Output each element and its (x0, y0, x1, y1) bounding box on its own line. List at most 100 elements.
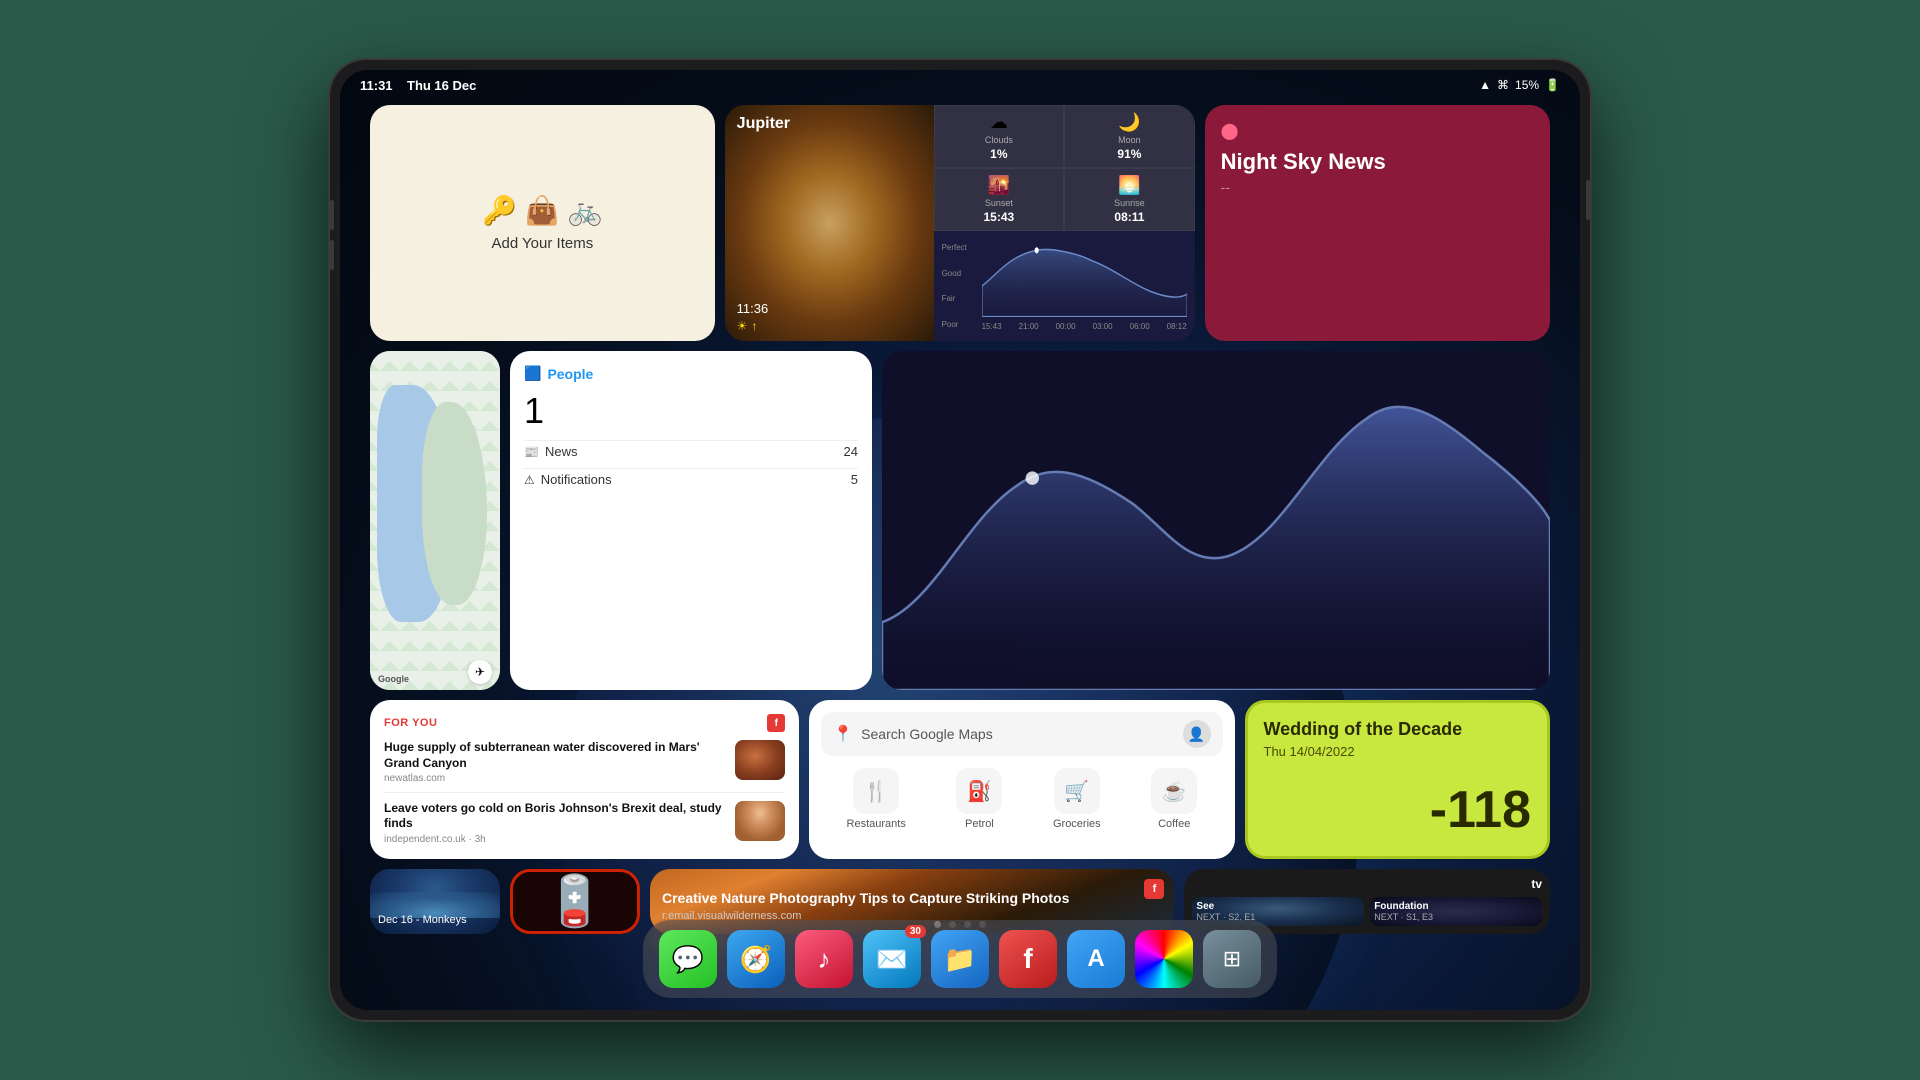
maps-pin-icon: 📍 (833, 724, 853, 744)
jupiter-data: ☁ Clouds 1% 🌙 Moon 91% (934, 105, 1195, 341)
dock-flipboard[interactable]: f (999, 930, 1057, 988)
clouds-cell: ☁ Clouds 1% (934, 105, 1065, 168)
sunset-value: 15:43 (983, 210, 1014, 224)
appletv-header: tv (1192, 877, 1542, 891)
wifi-icon2: ⌘ (1497, 78, 1509, 92)
ipad-frame: 11:31 Thu 16 Dec ▲ ⌘ 15% 🔋 🔑 👜 (330, 60, 1590, 1020)
sleep-graph (882, 351, 1550, 690)
volume-up-button[interactable] (330, 200, 334, 230)
night-sky-sub: -- (1221, 179, 1534, 195)
jupiter-weather-cells: ☁ Clouds 1% 🌙 Moon 91% (934, 105, 1195, 168)
widgets-row-2: Google ✈ 🟦 People 1 📰 News (370, 351, 1550, 690)
show-foundation-label: Foundation NEXT · S1, E3 (1374, 901, 1538, 922)
dock-appstore[interactable]: A (1067, 930, 1125, 988)
dock-mail[interactable]: ✉️ 30 (863, 930, 921, 988)
moon-label: Moon (1118, 135, 1141, 145)
status-date: Thu 16 Dec (407, 78, 476, 93)
status-time-date: 11:31 Thu 16 Dec (360, 78, 476, 93)
files-icon: 📁 (944, 944, 976, 975)
coffee-icon: ☕ (1151, 768, 1197, 814)
widget-people[interactable]: 🟦 People 1 📰 News 24 ⚠ No (510, 351, 872, 690)
widget-jupiter[interactable]: Jupiter ☀ ↑ 11:36 ☁ Clouds 1% (725, 105, 1195, 341)
moon-icon: 🌙 (1118, 112, 1140, 133)
status-time: 11:31 (360, 78, 393, 93)
dock-colors[interactable] (1135, 930, 1193, 988)
graph-y-axis: Perfect Good Fair Poor (942, 235, 978, 337)
maps-shortcuts: 🍴 Restaurants ⛽ Petrol 🛒 Groceries ☕ (821, 768, 1222, 830)
moon-cell: 🌙 Moon 91% (1064, 105, 1195, 168)
dock-safari[interactable]: 🧭 (727, 930, 785, 988)
show-foundation-next: NEXT · S1, E3 (1374, 912, 1538, 922)
flipboard-dock-icon: f (1023, 943, 1032, 975)
dock-music[interactable]: ♪ (795, 930, 853, 988)
status-right: ▲ ⌘ 15% 🔋 (1479, 78, 1560, 92)
sunset-icon: 🌇 (988, 175, 1010, 196)
jupiter-direction: ↑ (751, 319, 757, 333)
bag-icon: 👜 (525, 194, 560, 227)
messages-icon: 💬 (672, 944, 704, 975)
battery-text: 15% (1515, 78, 1539, 92)
notif-count: 5 (851, 472, 858, 487)
clouds-label: Clouds (985, 135, 1013, 145)
graph-area: 15:43 21:00 00:00 03:00 06:00 08:12 (982, 235, 1187, 337)
status-bar: 11:31 Thu 16 Dec ▲ ⌘ 15% 🔋 (340, 70, 1580, 100)
article2-headline: Leave voters go cold on Boris Johnson's … (384, 801, 725, 832)
wifi-icon: ▲ (1479, 78, 1491, 92)
maps-groceries[interactable]: 🛒 Groceries (1053, 768, 1101, 830)
widget-night-sky[interactable]: ⬤ Night Sky News -- (1205, 105, 1550, 341)
maps-coffee[interactable]: ☕ Coffee (1151, 768, 1197, 830)
maps-petrol[interactable]: ⛽ Petrol (956, 768, 1002, 830)
graph-x-axis: 15:43 21:00 00:00 03:00 06:00 08:12 (982, 322, 1187, 331)
news-label: News (545, 444, 578, 459)
dock-messages[interactable]: 💬 (659, 930, 717, 988)
people-title: People (547, 366, 593, 382)
maps-user-avatar: 👤 (1183, 720, 1211, 748)
calendar-date: Thu 14/04/2022 (1264, 744, 1532, 759)
sunset-cell: 🌇 Sunset 15:43 (934, 168, 1065, 231)
coffee-label: Coffee (1158, 818, 1190, 830)
widgets-row-1: 🔑 👜 🚲 Add Your Items Jupiter ☀ ↑ (370, 105, 1550, 341)
jupiter-info: ☀ ↑ (737, 319, 758, 333)
widget-news[interactable]: FOR YOU f Huge supply of subterranean wa… (370, 700, 799, 859)
maps-restaurants[interactable]: 🍴 Restaurants (847, 768, 906, 830)
widget-sleep-graph[interactable] (882, 351, 1550, 690)
sunrise-value: 08:11 (1114, 210, 1144, 224)
low-battery-icon: 🪫 (544, 872, 606, 931)
groceries-icon: 🛒 (1054, 768, 1100, 814)
dock-screen-control[interactable]: ⊞ (1203, 930, 1261, 988)
show-foundation[interactable]: Foundation NEXT · S1, E3 (1370, 897, 1542, 926)
widget-google-maps[interactable]: 📍 Search Google Maps 👤 🍴 Restaurants ⛽ P… (809, 700, 1234, 859)
volume-down-button[interactable] (330, 240, 334, 270)
maps-search-bar[interactable]: 📍 Search Google Maps 👤 (821, 712, 1222, 756)
news-item-left: 📰 News (524, 444, 577, 459)
bike-icon: 🚲 (568, 194, 603, 227)
add-items-icons: 🔑 👜 🚲 (482, 194, 603, 227)
widget-add-items[interactable]: 🔑 👜 🚲 Add Your Items (370, 105, 715, 341)
notif-icon: ⚠ (524, 473, 535, 487)
groceries-label: Groceries (1053, 818, 1101, 830)
article2-source: independent.co.uk · 3h (384, 834, 725, 845)
dock-files[interactable]: 📁 (931, 930, 989, 988)
widget-map[interactable]: Google ✈ (370, 351, 500, 690)
news-article-2[interactable]: Leave voters go cold on Boris Johnson's … (384, 801, 785, 845)
power-button[interactable] (1586, 180, 1590, 220)
safari-icon: 🧭 (740, 944, 772, 975)
widget-battery[interactable]: 🪫 (510, 869, 640, 934)
calendar-top: Wedding of the Decade Thu 14/04/2022 (1264, 719, 1532, 759)
notif-item-left: ⚠ Notifications (524, 472, 612, 487)
jupiter-time: 11:36 (737, 301, 769, 316)
night-sky-title: Night Sky News (1221, 149, 1534, 175)
news-count: 24 (844, 444, 858, 459)
notif-label: Notifications (541, 472, 612, 487)
screen-control-icon: ⊞ (1223, 946, 1241, 972)
widget-calendar[interactable]: Wedding of the Decade Thu 14/04/2022 -11… (1245, 700, 1551, 859)
key-icon: 🔑 (482, 194, 517, 227)
jupiter-graph: Perfect Good Fair Poor (934, 231, 1195, 341)
moon-value: 91% (1117, 147, 1141, 161)
for-you-label: FOR YOU (384, 717, 437, 729)
news-article-1[interactable]: Huge supply of subterranean water discov… (384, 740, 785, 784)
widget-photo[interactable]: Dec 16 - Monkeys (370, 869, 500, 934)
article2-thumbnail (735, 801, 785, 841)
news-divider (384, 792, 785, 793)
appletv-logo: tv (1531, 877, 1542, 891)
